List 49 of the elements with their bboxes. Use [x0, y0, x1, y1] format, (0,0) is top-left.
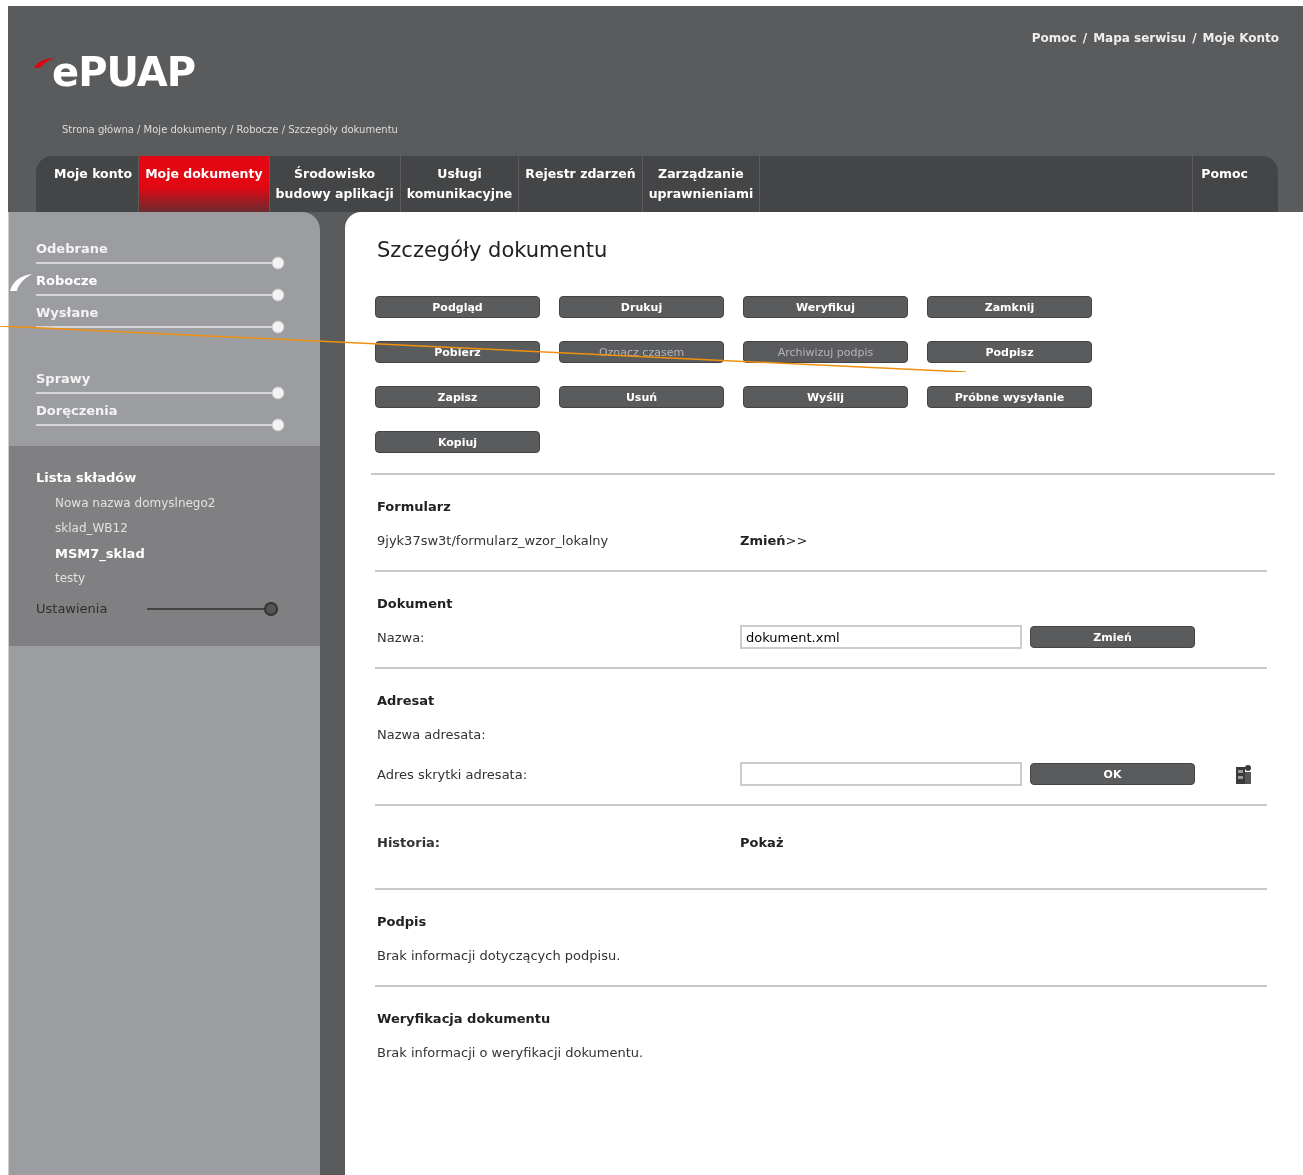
link-separator: / [1192, 31, 1197, 45]
header-link[interactable]: Moje Konto [1202, 31, 1279, 45]
slider-line-icon [36, 288, 286, 302]
slider-line-icon [36, 418, 286, 432]
store-item[interactable]: MSM7_sklad [36, 541, 320, 566]
action-button[interactable]: Kopiuj [375, 431, 540, 453]
breadcrumb: Strona główna / Moje dokumenty / Robocze / Szczegóły dokumentu [62, 124, 399, 137]
slider-line-icon [36, 386, 286, 400]
section-heading: Weryfikacja dokumentu [377, 1011, 552, 1026]
field-label: Nazwa adresata: [377, 726, 487, 742]
page-title: Szczegóły dokumentu [377, 238, 609, 262]
action-button[interactable]: Pobierz [375, 341, 540, 363]
section-heading: Formularz [377, 499, 452, 514]
submit-button[interactable]: Zmień [1030, 626, 1195, 648]
field-label: Adres skrytki adresata: [377, 766, 529, 782]
link-separator: / [1082, 31, 1088, 45]
action-button[interactable]: Drukuj [559, 296, 724, 318]
action-button[interactable]: Próbne wysyłanie [927, 386, 1092, 408]
action-button[interactable]: Weryfikuj [743, 296, 908, 318]
section-heading: Adresat [377, 693, 436, 708]
info-text: Brak informacji o weryfikacji dokumentu. [377, 1044, 644, 1060]
nav-tab[interactable]: Moje dokumenty [139, 156, 270, 212]
show-link[interactable]: Pokaż [740, 834, 784, 850]
stores-heading: Lista składów [36, 470, 138, 485]
settings-link[interactable]: Ustawienia [36, 601, 108, 616]
logo[interactable]: ePUAP [34, 52, 195, 92]
action-button[interactable]: Podgląd [375, 296, 540, 318]
action-button[interactable]: Wyślij [743, 386, 908, 408]
info-text: Brak informacji dotyczących podpisu. [377, 947, 621, 963]
submit-button[interactable]: OK [1030, 763, 1195, 785]
slider-line-icon [147, 601, 280, 616]
input-field[interactable]: dokument.xml [740, 625, 1022, 649]
action-button[interactable]: Zamknij [927, 296, 1092, 318]
header-link[interactable]: Pomoc [1031, 31, 1077, 45]
field-label: Nazwa: [377, 629, 426, 645]
pointer-icon [10, 274, 32, 291]
section-heading: Podpis [377, 914, 428, 929]
header-link[interactable]: Mapa serwisu [1093, 31, 1187, 45]
input-field[interactable] [740, 762, 1022, 786]
action-button[interactable]: Podpisz [927, 341, 1092, 363]
slider-line-icon [36, 256, 286, 270]
slider-line-icon [36, 320, 286, 334]
section-heading: Historia: [377, 834, 442, 850]
action-button[interactable]: Usuń [559, 386, 724, 408]
form-path: 9jyk37sw3t/formularz_wzor_lokalny [377, 532, 610, 548]
address-book-icon[interactable] [1235, 763, 1253, 785]
section-heading: Dokument [377, 596, 454, 611]
change-link[interactable]: Zmień>> [740, 532, 808, 548]
action-button[interactable]: Zapisz [375, 386, 540, 408]
